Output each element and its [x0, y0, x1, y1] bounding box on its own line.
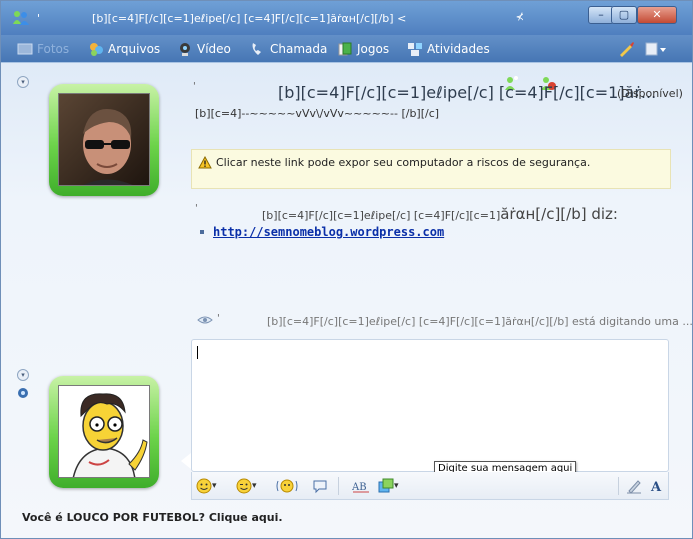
contact-name: [b][c=4]F[/c][c=1]eℓipe[/c] [c=4]F[/c][c… — [278, 83, 657, 102]
my-avatar — [58, 385, 150, 478]
toolbar-call-label: Chamada — [270, 42, 328, 56]
collapse-contact-panel-icon[interactable]: ▾ — [17, 76, 29, 88]
toolbar-games[interactable]: Jogos — [337, 39, 389, 59]
security-warning-text: Clicar neste link pode expor seu computa… — [216, 156, 591, 169]
games-icon — [338, 42, 352, 56]
format-separator-right — [618, 477, 619, 495]
text-caret — [197, 346, 198, 359]
typing-tick: ' — [217, 313, 220, 324]
webcam-icon[interactable] — [17, 387, 29, 399]
svg-text:AB: AB — [352, 482, 367, 493]
paint-brush-icon[interactable] — [618, 41, 634, 57]
contact-avatar — [58, 93, 150, 186]
cartoon-avatar-icon — [59, 386, 149, 477]
font-button[interactable]: A — [650, 477, 664, 495]
message-sender-tail: ăṙαн[/c][/b] — [500, 205, 587, 223]
background-image-icon — [378, 478, 394, 493]
emoticons-dropdown-icon: ▾ — [212, 481, 217, 491]
background-button[interactable]: ▾ — [378, 477, 399, 495]
close-button[interactable]: ✕ — [637, 6, 677, 24]
message-sender-line: [b][c=4]F[/c][c=1]eℓipe[/c] [c=4]F[/c][c… — [262, 205, 618, 223]
toolbar-call[interactable]: Chamada — [250, 39, 327, 59]
format-separator — [338, 477, 339, 495]
maximize-button[interactable]: ▢ — [611, 6, 637, 24]
nudge-button[interactable] — [276, 477, 298, 495]
winks-dropdown-icon: ▾ — [252, 481, 257, 491]
contact-tick: ' — [193, 81, 196, 92]
window-title: ' [b][c=4]F[/c][c=1]eℓipe[/c] [c=4]F[/c][… — [37, 12, 407, 25]
contact-photo-icon — [59, 94, 149, 185]
pen-icon — [627, 480, 641, 494]
handwriting-button[interactable]: AB — [352, 477, 370, 495]
toolbar-activities-label: Atividades — [427, 42, 490, 56]
font-icon: A — [650, 480, 662, 494]
message-tick: ' — [195, 203, 198, 214]
winks-button[interactable]: ▾ — [236, 477, 257, 495]
input-bubble-notch — [181, 453, 191, 469]
typing-indicator: [b][c=4]F[/c][c=1]eℓipe[/c] [c=4]F[/c][c… — [267, 315, 693, 328]
typing-pencil-icon — [197, 316, 213, 324]
contact-status: (Disponível) — [617, 87, 683, 100]
messenger-logo-icon — [13, 11, 29, 25]
background-dropdown-icon: ▾ — [394, 481, 399, 491]
format-toolbar: ▾ ▾ AB ▾ A — [191, 472, 669, 500]
toolbar-games-label: Jogos — [357, 42, 390, 56]
toolbar-video-label: Vídeo — [197, 42, 231, 56]
toolbar-video[interactable]: Vídeo — [177, 39, 231, 59]
message-bullet — [200, 230, 204, 234]
ink-button[interactable] — [626, 477, 642, 495]
footer-ad-link[interactable]: Você é LOUCO POR FUTEBOL? Clique aqui. — [22, 511, 283, 524]
menu-options-icon[interactable] — [645, 41, 667, 57]
security-warning-bar: Clicar neste link pode expor seu computa… — [191, 149, 671, 189]
toolbar-files-label: Arquivos — [108, 42, 161, 56]
svg-text:A: A — [650, 480, 662, 494]
toolbar-photos-label: Fotos — [37, 42, 70, 56]
title-menu-icon[interactable]: ⊀ — [516, 12, 524, 23]
message-says: diz: — [586, 205, 618, 223]
message-link[interactable]: http://semnomeblog.wordpress.com — [213, 225, 444, 239]
nudge-icon — [276, 479, 298, 493]
photos-icon — [17, 43, 33, 55]
speech-bubble-icon — [313, 480, 327, 494]
contact-personal-message: [b][c=4]--~~~~~vVv\/vVv~~~~~-- [/b][/c] — [195, 107, 440, 120]
toolbar-activities[interactable]: Atividades — [407, 39, 490, 59]
toolbar-photos[interactable]: Fotos — [17, 39, 69, 59]
toolbar-files[interactable]: Arquivos — [88, 39, 160, 59]
collapse-my-panel-icon[interactable]: ▾ — [17, 369, 29, 381]
toolbar: Fotos Arquivos Vídeo Chamada Jogos Ativi… — [1, 35, 692, 90]
my-avatar-frame[interactable] — [49, 376, 159, 488]
font-ab-icon: AB — [352, 482, 369, 493]
message-input[interactable] — [191, 339, 669, 472]
files-icon — [90, 43, 103, 56]
video-icon — [180, 43, 190, 56]
voice-clip-button[interactable] — [312, 477, 328, 495]
warning-icon — [198, 156, 212, 169]
emoticons-button[interactable]: ▾ — [196, 477, 217, 495]
smiley-icon — [196, 478, 212, 494]
phone-icon — [252, 43, 261, 55]
title-bar: ' [b][c=4]F[/c][c=1]eℓipe[/c] [c=4]F[/c][… — [1, 1, 692, 35]
message-sender: [b][c=4]F[/c][c=1]eℓipe[/c] [c=4]F[/c][c… — [262, 209, 501, 222]
conversation-window: ' [b][c=4]F[/c][c=1]eℓipe[/c] [c=4]F[/c][… — [0, 0, 693, 539]
contact-avatar-frame[interactable] — [49, 84, 159, 196]
activities-icon — [408, 43, 422, 56]
wink-icon — [236, 478, 252, 494]
